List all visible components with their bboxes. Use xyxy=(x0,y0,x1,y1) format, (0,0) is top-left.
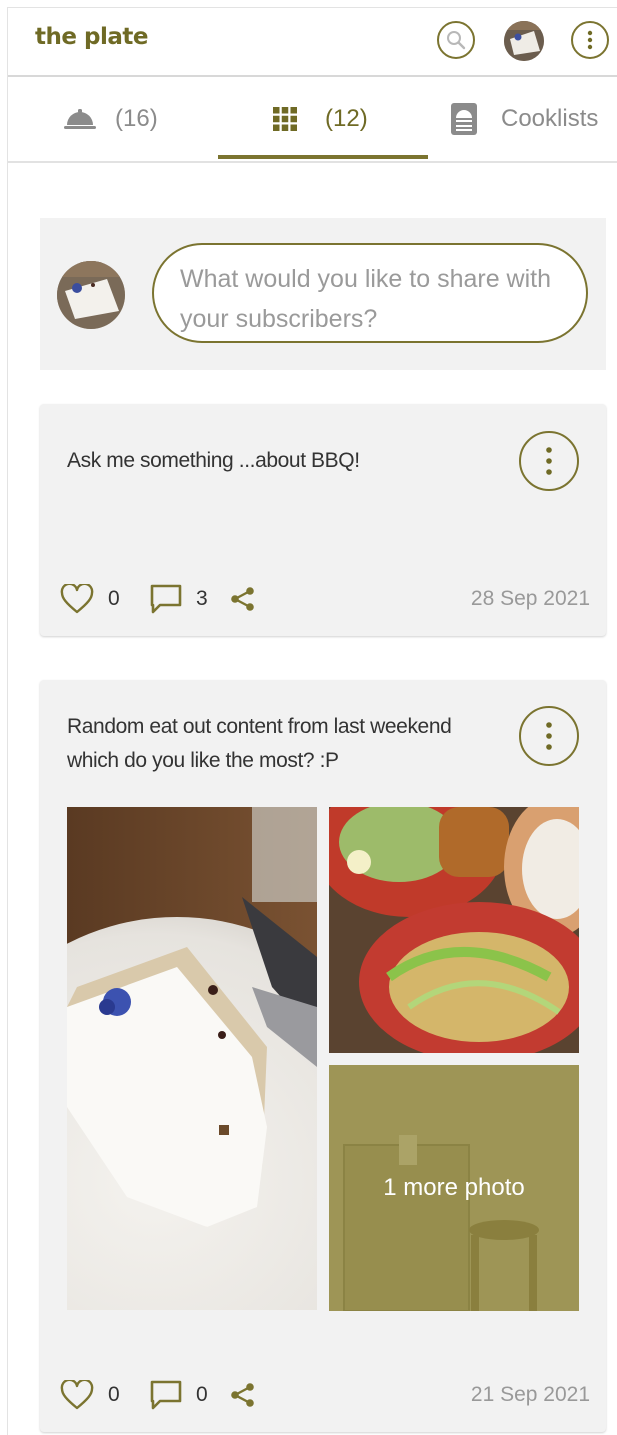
share-icon xyxy=(231,1383,254,1407)
post-actions: 0 0 21 Sep 2021 xyxy=(60,1375,590,1415)
post-options-button[interactable] xyxy=(519,431,579,491)
tab-posts-label: (12) xyxy=(325,105,368,132)
post-actions: 0 3 28 Sep 2021 xyxy=(60,579,590,619)
profile-tabs: (16) (12) Cooklists xyxy=(8,77,617,163)
composer-avatar xyxy=(57,261,125,329)
comment-button[interactable] xyxy=(150,579,182,619)
share-icon xyxy=(231,587,254,611)
comment-icon xyxy=(150,1380,182,1410)
like-button[interactable] xyxy=(60,1375,94,1415)
avatar-image xyxy=(504,21,544,61)
cooklist-icon xyxy=(451,103,477,135)
cake-image xyxy=(67,807,317,1310)
more-photos-label: 1 more photo xyxy=(383,1174,525,1201)
vertical-dots-icon xyxy=(546,722,552,750)
post-text: Random eat out content from last weekend… xyxy=(67,710,452,778)
post-card: Random eat out content from last weekend… xyxy=(40,680,606,1432)
comment-count: 3 xyxy=(196,587,208,610)
post-text-line: which do you like the most? :P xyxy=(67,749,339,772)
search-button[interactable] xyxy=(437,21,475,59)
post-text-line: Random eat out content from last weekend xyxy=(67,715,452,738)
heart-icon xyxy=(60,584,94,614)
cake-photo[interactable] xyxy=(67,807,317,1310)
top-bar: the plate xyxy=(8,8,617,77)
vertical-dots-icon xyxy=(587,30,593,50)
cloche-icon xyxy=(64,109,96,129)
avatar-image xyxy=(57,261,125,329)
salad-photo[interactable] xyxy=(329,807,579,1053)
comment-count: 0 xyxy=(196,1383,208,1406)
menu-button[interactable] xyxy=(571,21,609,59)
heart-icon xyxy=(60,1380,94,1410)
more-photos-tile[interactable]: 1 more photo xyxy=(329,1065,579,1311)
like-count: 0 xyxy=(108,1383,120,1406)
post-composer: What would you like to share with your s… xyxy=(40,218,606,370)
active-tab-indicator xyxy=(218,155,428,159)
comment-icon xyxy=(150,584,182,614)
tab-cooklists[interactable]: Cooklists xyxy=(451,77,598,161)
share-button[interactable] xyxy=(230,1375,256,1415)
user-avatar[interactable] xyxy=(504,21,544,61)
comment-button[interactable] xyxy=(150,1375,182,1415)
post-date: 21 Sep 2021 xyxy=(470,1383,590,1406)
salad-image xyxy=(329,807,579,1053)
vertical-dots-icon xyxy=(546,447,552,475)
tab-dishes-label: (16) xyxy=(115,105,158,132)
post-date: 28 Sep 2021 xyxy=(470,587,590,610)
search-icon xyxy=(447,31,466,50)
tab-cooklists-label: Cooklists xyxy=(501,105,599,132)
like-button[interactable] xyxy=(60,579,94,619)
app-frame: the plate (16) (12) Cooklists What would… xyxy=(7,7,617,1435)
post-text: Ask me something ...about BBQ! xyxy=(67,449,360,472)
share-input[interactable]: What would you like to share with your s… xyxy=(152,243,588,343)
share-button[interactable] xyxy=(230,579,256,619)
post-options-button[interactable] xyxy=(519,706,579,766)
tab-posts[interactable]: (12) xyxy=(273,77,368,161)
tab-dishes[interactable]: (16) xyxy=(63,77,158,161)
app-logo[interactable]: the plate xyxy=(35,24,148,50)
like-count: 0 xyxy=(108,587,120,610)
grid-icon xyxy=(273,107,297,131)
post-card: Ask me something ...about BBQ! 0 3 28 Se… xyxy=(40,404,606,636)
